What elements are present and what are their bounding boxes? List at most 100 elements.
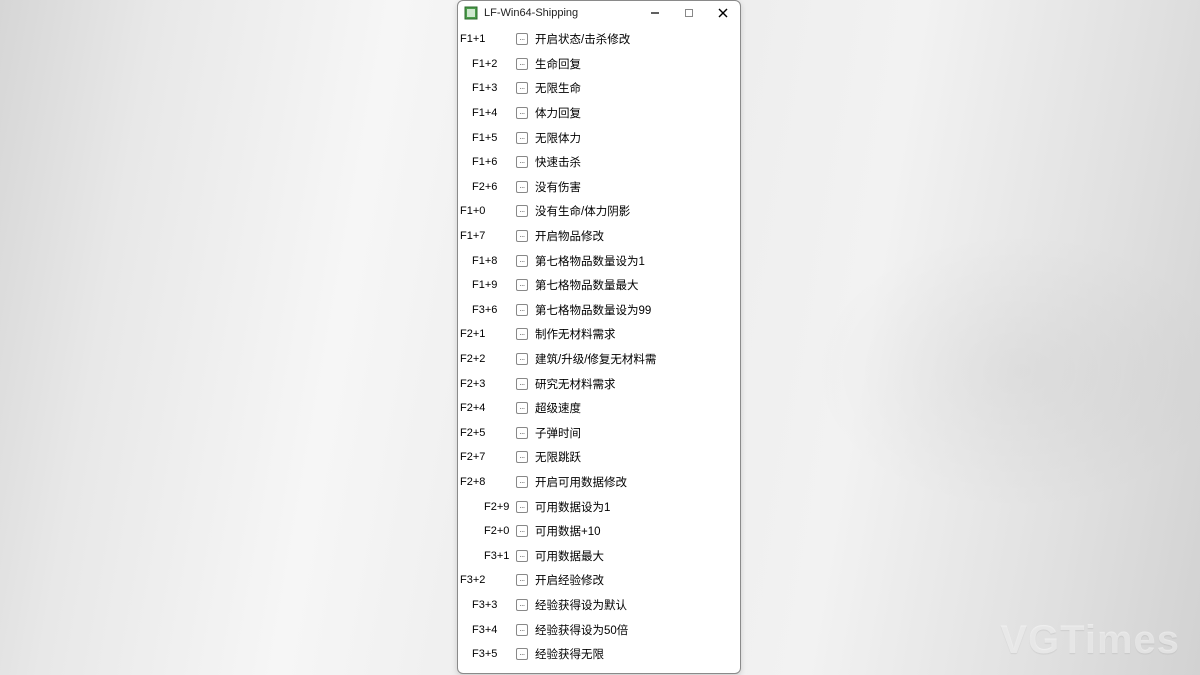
cheat-row: F3+6 第七格物品数量设为99	[458, 298, 740, 323]
hotkey-label: F3+2	[458, 574, 516, 586]
hotkey-label: F2+2	[458, 353, 516, 365]
toggle-checkbox[interactable]	[516, 353, 528, 365]
cheat-row: F1+6快速击杀	[458, 150, 740, 175]
cheat-row: F2+5 子弹时间	[458, 421, 740, 446]
app-icon	[464, 6, 478, 20]
cheat-label: 开启经验修改	[531, 572, 604, 588]
toggle-checkbox[interactable]	[516, 525, 528, 537]
toggle-checkbox[interactable]	[516, 648, 528, 660]
hotkey-label: F2+7	[458, 451, 516, 463]
cheat-label: 第七格物品数量设为1	[531, 253, 645, 269]
cheat-label: 制作无材料需求	[531, 326, 616, 342]
cheat-row: F3+4经验获得设为50倍	[458, 617, 740, 642]
hotkey-label: F1+3	[458, 82, 516, 94]
hotkey-label: F3+5	[458, 648, 516, 660]
cheat-row: F2+8开启可用数据修改	[458, 470, 740, 495]
toggle-checkbox[interactable]	[516, 451, 528, 463]
cheat-list: F1+1开启状态/击杀修改F1+2生命回复F1+3无限生命F1+4体力回复F1+…	[458, 25, 740, 673]
cheat-label: 开启物品修改	[531, 228, 604, 244]
cheat-row: F2+0可用数据+10	[458, 519, 740, 544]
toggle-checkbox[interactable]	[516, 599, 528, 611]
hotkey-label: F1+6	[458, 156, 516, 168]
cheat-row: F3+2 开启经验修改	[458, 568, 740, 593]
hotkey-label: F2+1	[458, 328, 516, 340]
hotkey-label: F2+0	[458, 525, 516, 537]
cheat-label: 没有伤害	[531, 179, 581, 195]
hotkey-label: F3+6	[458, 304, 516, 316]
cheat-row: F1+0没有生命/体力阴影	[458, 199, 740, 224]
toggle-checkbox[interactable]	[516, 107, 528, 119]
hotkey-label: F3+1	[458, 550, 516, 562]
toggle-checkbox[interactable]	[516, 402, 528, 414]
hotkey-label: F3+4	[458, 624, 516, 636]
cheat-row: F1+4 体力回复	[458, 101, 740, 126]
cheat-row: F1+3 无限生命	[458, 76, 740, 101]
close-button[interactable]	[706, 1, 740, 25]
cheat-label: 无限生命	[531, 80, 581, 96]
toggle-checkbox[interactable]	[516, 82, 528, 94]
cheat-row: F2+4 超级速度	[458, 396, 740, 421]
watermark: VGTimes	[1000, 618, 1180, 663]
hotkey-label: F1+5	[458, 132, 516, 144]
cheat-label: 经验获得设为默认	[531, 597, 627, 613]
cheat-row: F1+8 第七格物品数量设为1	[458, 248, 740, 273]
toggle-checkbox[interactable]	[516, 501, 528, 513]
hotkey-label: F1+8	[458, 255, 516, 267]
toggle-checkbox[interactable]	[516, 378, 528, 390]
cheat-label: 经验获得无限	[531, 646, 604, 662]
cheat-row: F2+1 制作无材料需求	[458, 322, 740, 347]
hotkey-label: F3+3	[458, 599, 516, 611]
cheat-label: 无限跳跃	[531, 449, 581, 465]
toggle-checkbox[interactable]	[516, 132, 528, 144]
cheat-label: 子弹时间	[531, 425, 581, 441]
cheat-label: 建筑/升级/修复无材料需	[531, 351, 656, 367]
titlebar[interactable]: LF-Win64-Shipping	[458, 1, 740, 25]
hotkey-label: F1+4	[458, 107, 516, 119]
cheat-row: F2+2 建筑/升级/修复无材料需	[458, 347, 740, 372]
cheat-row: F2+7 无限跳跃	[458, 445, 740, 470]
toggle-checkbox[interactable]	[516, 550, 528, 562]
toggle-checkbox[interactable]	[516, 255, 528, 267]
hotkey-label: F2+6	[458, 181, 516, 193]
toggle-checkbox[interactable]	[516, 205, 528, 217]
cheat-label: 体力回复	[531, 105, 581, 121]
toggle-checkbox[interactable]	[516, 156, 528, 168]
cheat-row: F1+5 无限体力	[458, 125, 740, 150]
hotkey-label: F1+7	[458, 230, 516, 242]
cheat-row: F3+5 经验获得无限	[458, 642, 740, 667]
cheat-row: F1+2生命回复	[458, 52, 740, 77]
cheat-row: F3+1 可用数据最大	[458, 543, 740, 568]
cheat-label: 第七格物品数量最大	[531, 277, 639, 293]
toggle-checkbox[interactable]	[516, 427, 528, 439]
hotkey-label: F1+9	[458, 279, 516, 291]
toggle-checkbox[interactable]	[516, 181, 528, 193]
hotkey-label: F2+9	[458, 501, 516, 513]
minimize-button[interactable]	[638, 1, 672, 25]
cheat-row: F1+7 开启物品修改	[458, 224, 740, 249]
window-controls	[638, 1, 740, 25]
hotkey-label: F1+1	[458, 33, 516, 45]
toggle-checkbox[interactable]	[516, 624, 528, 636]
toggle-checkbox[interactable]	[516, 230, 528, 242]
cheat-row: F1+1开启状态/击杀修改	[458, 27, 740, 52]
cheat-row: F2+9 可用数据设为1	[458, 494, 740, 519]
toggle-checkbox[interactable]	[516, 328, 528, 340]
toggle-checkbox[interactable]	[516, 476, 528, 488]
toggle-checkbox[interactable]	[516, 58, 528, 70]
cheat-row: F1+9 第七格物品数量最大	[458, 273, 740, 298]
maximize-button[interactable]	[672, 1, 706, 25]
trainer-window: LF-Win64-Shipping F1+1开启状态/击杀修改F1+2生命回复F…	[457, 0, 741, 674]
toggle-checkbox[interactable]	[516, 574, 528, 586]
cheat-label: 第七格物品数量设为99	[531, 302, 651, 318]
cheat-row: F2+6 没有伤害	[458, 175, 740, 200]
hotkey-label: F1+2	[458, 58, 516, 70]
cheat-label: 可用数据最大	[531, 548, 604, 564]
hotkey-label: F2+4	[458, 402, 516, 414]
toggle-checkbox[interactable]	[516, 33, 528, 45]
toggle-checkbox[interactable]	[516, 304, 528, 316]
cheat-label: 超级速度	[531, 400, 581, 416]
hotkey-label: F2+5	[458, 427, 516, 439]
cheat-label: 无限体力	[531, 130, 581, 146]
toggle-checkbox[interactable]	[516, 279, 528, 291]
cheat-label: 可用数据设为1	[531, 499, 610, 515]
